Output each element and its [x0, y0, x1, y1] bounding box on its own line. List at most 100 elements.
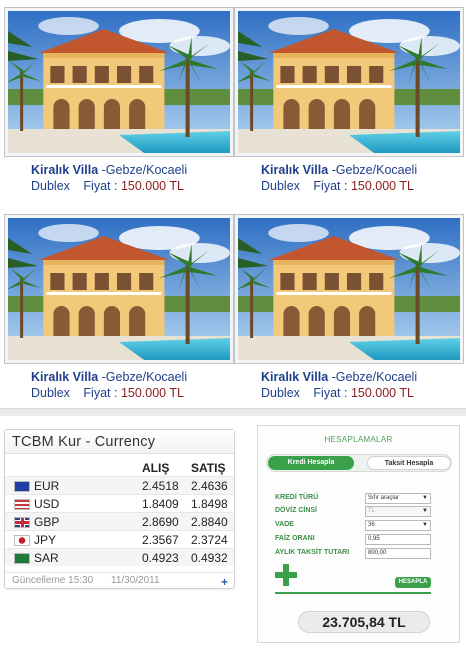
- dropdown-caret-icon: ▼: [422, 522, 428, 528]
- currency-code: SAR: [34, 551, 59, 565]
- calculate-button[interactable]: HESAPLA: [395, 577, 431, 588]
- villa-photo[interactable]: [238, 11, 460, 153]
- listing-location[interactable]: -Gebze/Kocaeli: [98, 370, 187, 384]
- listing-price: 150.000 TL: [350, 179, 414, 193]
- listing-card[interactable]: Kiralık Villa -Gebze/Kocaeli Dublex Fiya…: [4, 7, 235, 194]
- currency-title: TCBM Kur - Currency: [5, 430, 234, 454]
- listing-title-strong[interactable]: Kiralık Villa: [31, 163, 98, 177]
- listing-text: Kiralık Villa -Gebze/Kocaeli Dublex Fiya…: [234, 369, 465, 401]
- currency-widget: TCBM Kur - Currency ALIŞ SATIŞ EUR 2.4518…: [4, 429, 235, 589]
- currency-row: USD 1.8409 1.8498: [5, 494, 234, 512]
- calc-field-value: Sıfır araçlar: [368, 495, 400, 501]
- currency-code: EUR: [34, 479, 60, 493]
- currency-row: EUR 2.4518 2.4636: [5, 476, 234, 494]
- listing-location[interactable]: -Gebze/Kocaeli: [328, 370, 417, 384]
- currency-footer: Güncelleme 15:30 11/30/2011 +: [5, 572, 234, 589]
- add-plus-icon[interactable]: [275, 564, 297, 586]
- villa-photo-frame[interactable]: [4, 7, 234, 157]
- listing-type: Dublex: [31, 179, 70, 193]
- calc-field-label: KREDİ TÜRÜ: [275, 494, 319, 501]
- calc-tabs: Kredi Hesapla Taksit Hesapla: [266, 454, 452, 472]
- listing-card[interactable]: Kiralık Villa -Gebze/Kocaeli Dublex Fiya…: [234, 7, 465, 194]
- listing-detail: Dublex Fiyat : 150.000 TL: [261, 178, 465, 194]
- calc-field-label: FAİZ ORANI: [275, 535, 315, 542]
- listing-title-strong[interactable]: Kiralık Villa: [31, 370, 98, 384]
- calc-field-label: DÖVİZ CİNSİ: [275, 507, 318, 514]
- calc-field-value: 36: [368, 522, 375, 528]
- listing-type: Dublex: [31, 386, 70, 400]
- calc-field-label: VADE: [275, 521, 294, 528]
- tab-taksit-hesapla[interactable]: Taksit Hesapla: [367, 456, 451, 470]
- currency-code: JPY: [34, 533, 57, 547]
- calc-divider-line: [275, 592, 431, 594]
- villa-photo-frame[interactable]: [234, 7, 464, 157]
- price-label: Fiyat :: [83, 386, 118, 400]
- listing-title[interactable]: Kiralık Villa -Gebze/Kocaeli: [261, 369, 465, 385]
- calc-title: HESAPLAMALAR: [324, 435, 393, 444]
- price-label: Fiyat :: [313, 179, 348, 193]
- buy-rate: 2.8690: [142, 515, 179, 529]
- listing-title-strong[interactable]: Kiralık Villa: [261, 370, 328, 384]
- villa-photo[interactable]: [238, 218, 460, 360]
- listing-price: 150.000 TL: [350, 386, 414, 400]
- listing-text: Kiralık Villa -Gebze/Kocaeli Dublex Fiya…: [234, 162, 465, 194]
- listing-price: 150.000 TL: [120, 386, 184, 400]
- listing-title[interactable]: Kiralık Villa -Gebze/Kocaeli: [31, 369, 235, 385]
- currency-header: ALIŞ SATIŞ: [5, 454, 234, 476]
- listing-title[interactable]: Kiralık Villa -Gebze/Kocaeli: [261, 162, 465, 178]
- listing-title-strong[interactable]: Kiralık Villa: [261, 163, 328, 177]
- buy-rate: 2.3567: [142, 533, 179, 547]
- calc-field-value: TL: [368, 508, 376, 514]
- update-date: 11/30/2011: [111, 575, 160, 586]
- uk-flag-icon: [14, 517, 30, 528]
- listing-detail: Dublex Fiyat : 150.000 TL: [261, 385, 465, 401]
- listing-card[interactable]: Kiralık Villa -Gebze/Kocaeli Dublex Fiya…: [4, 214, 235, 401]
- calc-select[interactable]: 36 ▼: [365, 520, 431, 531]
- col-sell: SATIŞ: [191, 461, 226, 475]
- currency-rows: EUR 2.4518 2.4636 USD 1.8409 1.8498 GBP 2.8690 2…: [5, 476, 234, 566]
- sell-rate: 1.8498: [191, 497, 228, 511]
- listing-text: Kiralık Villa -Gebze/Kocaeli Dublex Fiya…: [4, 162, 235, 194]
- listing-title[interactable]: Kiralık Villa -Gebze/Kocaeli: [31, 162, 235, 178]
- loan-calculator: HESAPLAMALAR Kredi Hesapla Taksit Hesapl…: [257, 425, 460, 643]
- dropdown-caret-icon: ▼: [422, 495, 428, 501]
- listing-location[interactable]: -Gebze/Kocaeli: [328, 163, 417, 177]
- villa-photo-frame[interactable]: [4, 214, 234, 364]
- more-plus-icon[interactable]: +: [221, 575, 228, 589]
- calc-select[interactable]: TL ▼: [365, 506, 431, 517]
- sell-rate: 2.4636: [191, 479, 228, 493]
- currency-row: JPY 2.3567 2.3724: [5, 530, 234, 548]
- listing-card[interactable]: Kiralık Villa -Gebze/Kocaeli Dublex Fiya…: [234, 214, 465, 401]
- buy-rate: 1.8409: [142, 497, 179, 511]
- listing-price: 150.000 TL: [120, 179, 184, 193]
- calc-field-value: 0,95: [368, 536, 380, 542]
- calc-input[interactable]: 0,95: [365, 534, 431, 545]
- villa-photo-frame[interactable]: [234, 214, 464, 364]
- tab-kredi-hesapla[interactable]: Kredi Hesapla: [268, 456, 354, 470]
- col-buy: ALIŞ: [142, 461, 170, 475]
- currency-row: SAR 0.4923 0.4932: [5, 548, 234, 566]
- currency-code: USD: [34, 497, 60, 511]
- calc-field-label: AYLIK TAKSİT TUTARI: [275, 549, 350, 556]
- calc-field-value: 800,00: [368, 550, 387, 556]
- price-label: Fiyat :: [313, 386, 348, 400]
- currency-code: GBP: [34, 515, 60, 529]
- calc-select[interactable]: Sıfır araçlar ▼: [365, 493, 431, 504]
- buy-rate: 0.4923: [142, 551, 179, 565]
- listing-detail: Dublex Fiyat : 150.000 TL: [31, 385, 235, 401]
- eu-flag-icon: [14, 481, 30, 492]
- calc-input[interactable]: 800,00: [365, 548, 431, 559]
- jp-flag-icon: [14, 535, 30, 546]
- listing-location[interactable]: -Gebze/Kocaeli: [98, 163, 187, 177]
- villa-listings: Kiralık Villa -Gebze/Kocaeli Dublex Fiya…: [0, 0, 466, 410]
- update-label: Güncelleme 15:30: [12, 575, 94, 586]
- sell-rate: 0.4932: [191, 551, 228, 565]
- dropdown-caret-icon: ▼: [422, 508, 428, 514]
- sell-rate: 2.8840: [191, 515, 228, 529]
- us-flag-icon: [14, 499, 30, 510]
- sell-rate: 2.3724: [191, 533, 228, 547]
- calc-result: 23.705,84 TL: [298, 611, 430, 633]
- currency-row: GBP 2.8690 2.8840: [5, 512, 234, 530]
- villa-photo[interactable]: [8, 11, 230, 153]
- villa-photo[interactable]: [8, 218, 230, 360]
